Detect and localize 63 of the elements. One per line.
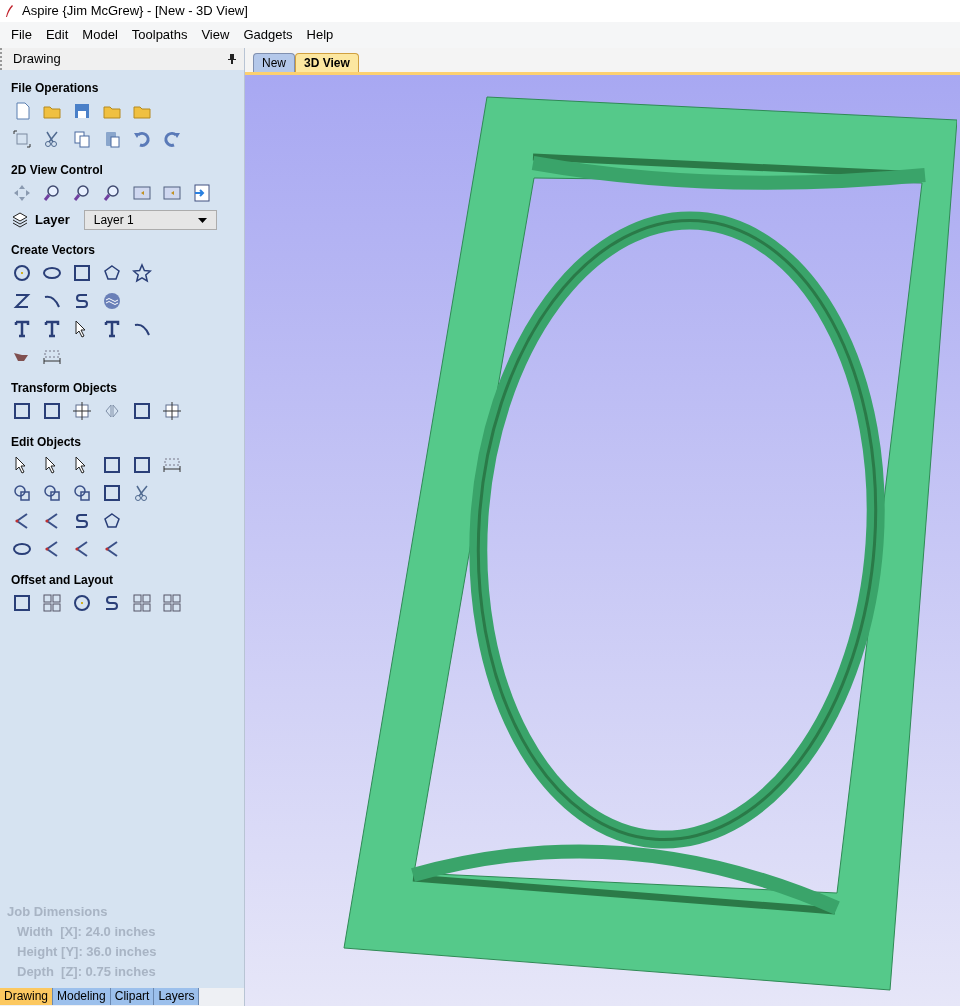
menu-item[interactable]: Toolpaths xyxy=(124,25,195,45)
section-title: Create Vectors xyxy=(11,242,97,259)
square-icon[interactable] xyxy=(102,455,122,475)
undo-icon[interactable] xyxy=(132,129,152,149)
letter-t-icon[interactable] xyxy=(12,319,32,339)
pin-icon[interactable] xyxy=(228,54,236,64)
section-title: Edit Objects xyxy=(11,434,82,451)
shapes-icon[interactable] xyxy=(42,483,62,503)
zigzag-icon[interactable] xyxy=(12,291,32,311)
menu-item[interactable]: File xyxy=(4,25,39,45)
shapes-icon[interactable] xyxy=(72,483,92,503)
square-icon[interactable] xyxy=(132,401,152,421)
layer-dropdown[interactable]: Layer 1 xyxy=(83,210,217,230)
section-title: File Operations xyxy=(11,80,100,97)
panel-tab[interactable]: Layers xyxy=(154,988,200,1005)
menu-item[interactable]: Help xyxy=(299,25,341,45)
shapes-icon[interactable] xyxy=(12,483,32,503)
star-icon[interactable] xyxy=(132,263,152,283)
section-title: Transform Objects xyxy=(11,380,119,397)
letter-t-icon[interactable] xyxy=(102,319,122,339)
grid-icon[interactable] xyxy=(162,593,182,613)
section-title: Offset and Layout xyxy=(11,572,114,589)
layer-label: Layer xyxy=(35,211,70,230)
wave-icon[interactable] xyxy=(102,291,122,311)
menu-item[interactable]: Gadgets xyxy=(236,25,300,45)
magnifier-icon[interactable] xyxy=(72,183,92,203)
panel-tab[interactable]: Drawing xyxy=(0,988,53,1005)
menu-item[interactable]: View xyxy=(194,25,237,45)
panel-tab[interactable]: Clipart xyxy=(110,988,155,1005)
pentagon-icon[interactable] xyxy=(102,263,122,283)
menu-item[interactable]: Edit xyxy=(38,25,76,45)
square-icon[interactable] xyxy=(72,263,92,283)
copy-icon[interactable] xyxy=(72,129,92,149)
square-icon[interactable] xyxy=(42,401,62,421)
dimension-icon[interactable] xyxy=(42,347,62,367)
grid-icon[interactable] xyxy=(132,593,152,613)
feather-icon xyxy=(4,4,14,18)
caret-icon xyxy=(197,217,207,223)
exit-icon[interactable] xyxy=(192,183,212,203)
section-title: 2D View Control xyxy=(11,162,104,179)
square-icon[interactable] xyxy=(102,483,122,503)
layers-icon xyxy=(11,211,29,229)
magnifier-icon[interactable] xyxy=(42,183,62,203)
view-tab[interactable]: New xyxy=(253,53,295,72)
frame-icon[interactable] xyxy=(12,129,32,149)
panel-tab[interactable]: Modeling xyxy=(53,988,111,1005)
square-icon[interactable] xyxy=(12,593,32,613)
circle-icon[interactable] xyxy=(72,593,92,613)
circle-icon[interactable] xyxy=(12,263,32,283)
window-title: Aspire {Jim McGrew} - [New - 3D View] xyxy=(22,2,248,21)
letter-t-icon[interactable] xyxy=(42,319,62,339)
magnifier-icon[interactable] xyxy=(102,183,122,203)
menu-item[interactable]: Model xyxy=(75,25,125,45)
dimension-icon[interactable] xyxy=(162,455,182,475)
square-icon[interactable] xyxy=(12,401,32,421)
cross-icon[interactable] xyxy=(162,401,182,421)
cross-icon[interactable] xyxy=(72,401,92,421)
panel-title: Drawing xyxy=(13,50,61,69)
redo-icon[interactable] xyxy=(162,129,182,149)
square-icon[interactable] xyxy=(132,455,152,475)
grid-icon[interactable] xyxy=(42,593,62,613)
view-tab[interactable]: 3D View xyxy=(295,53,359,72)
pentagon-icon[interactable] xyxy=(102,511,122,531)
